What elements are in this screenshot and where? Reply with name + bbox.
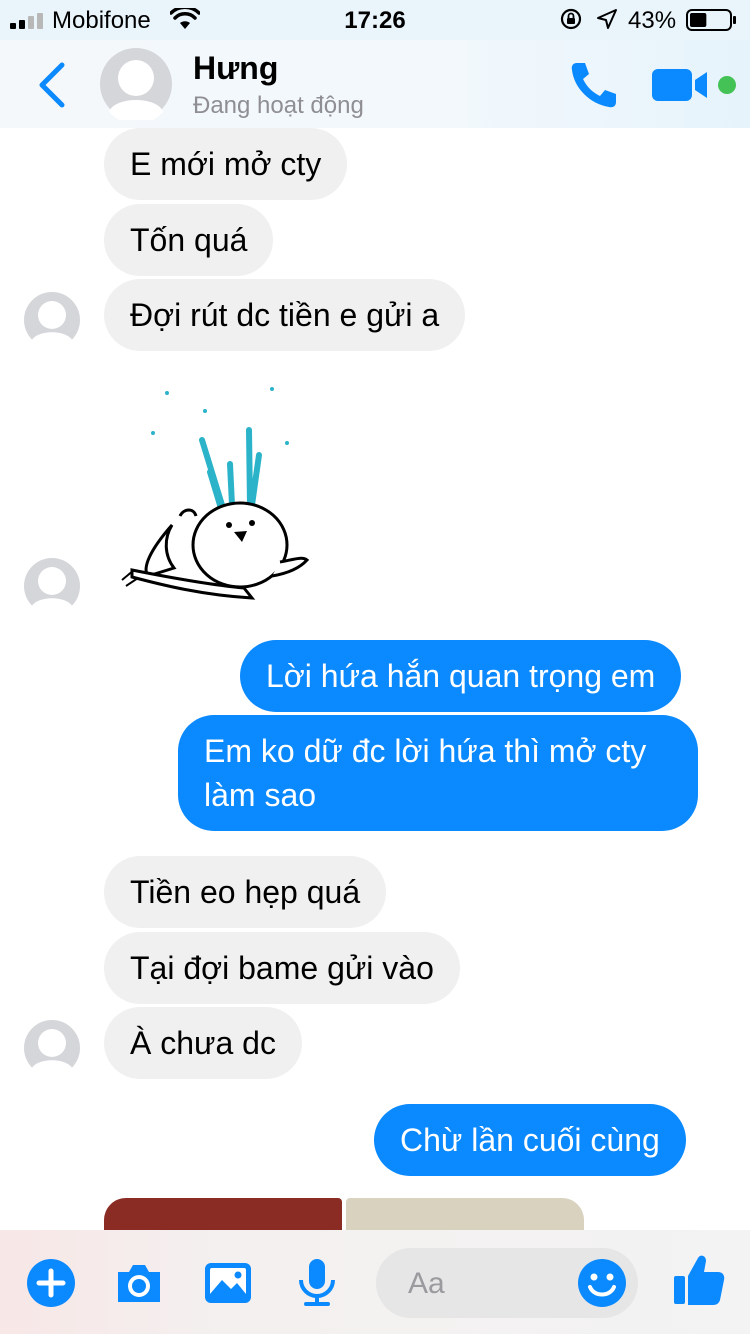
emoji-icon[interactable]	[576, 1257, 628, 1309]
message-bubble[interactable]: Tốn quá	[104, 204, 274, 276]
message-bubble[interactable]: Tại đợi bame gửi vào	[104, 932, 460, 1004]
online-dot	[718, 76, 736, 94]
contact-status: Đang hoạt động	[193, 92, 364, 119]
avatar[interactable]	[100, 48, 172, 120]
status-bar: Mobifone 17:26 43%	[0, 0, 750, 40]
message-bubble[interactable]: À chưa dc	[104, 1007, 302, 1079]
back-icon[interactable]	[36, 62, 66, 108]
avatar[interactable]	[24, 292, 80, 348]
message-bubble[interactable]: Em ko dữ đc lời hứa thì mở cty làm sao	[178, 715, 698, 831]
microphone-icon[interactable]	[292, 1258, 342, 1308]
rotation-lock-icon	[560, 8, 582, 30]
avatar[interactable]	[24, 558, 80, 614]
thumbs-up-icon[interactable]	[672, 1252, 726, 1308]
camera-icon[interactable]	[114, 1258, 164, 1308]
message-bubble[interactable]: Đợi rút dc tiền e gửi a	[104, 279, 466, 351]
phone-icon[interactable]	[568, 60, 620, 110]
message-input-container[interactable]	[376, 1248, 638, 1318]
message-bubble[interactable]: Tiền eo hẹp quá	[104, 856, 387, 928]
video-camera-icon[interactable]	[652, 68, 712, 102]
sticker-icon[interactable]	[112, 380, 312, 604]
contact-name: Hưng	[193, 50, 279, 86]
message-bubble[interactable]: Chừ lần cuối cùng	[374, 1104, 686, 1176]
battery-percent: 43%	[628, 7, 677, 34]
avatar[interactable]	[24, 1020, 80, 1076]
message-bubble[interactable]: Lời hứa hắn quan trọng em	[240, 640, 682, 712]
message-input[interactable]	[406, 1261, 590, 1307]
location-arrow-icon	[597, 9, 617, 29]
conversation-header: Hưng Đang hoạt động	[0, 40, 750, 128]
gallery-icon[interactable]	[203, 1258, 253, 1308]
battery-icon	[686, 9, 736, 31]
message-composer	[0, 1230, 750, 1334]
message-bubble[interactable]: E mới mở cty	[104, 128, 348, 200]
plus-icon[interactable]	[26, 1258, 76, 1308]
